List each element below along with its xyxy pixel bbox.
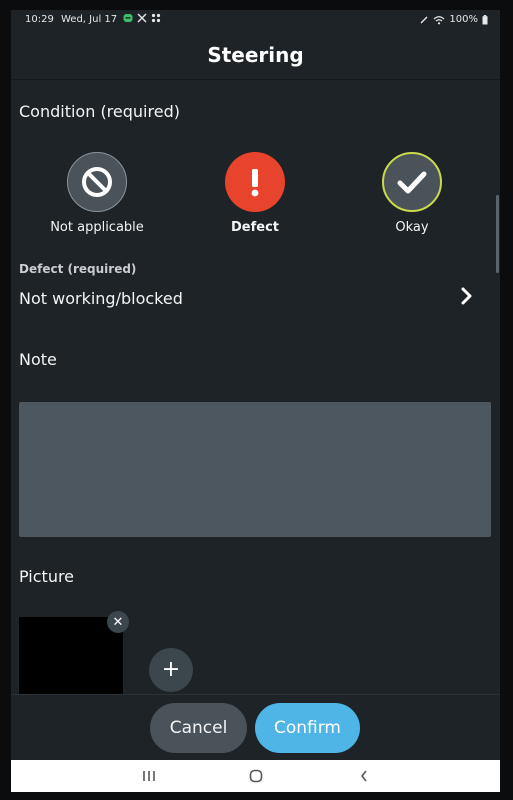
device-screen: 10:29 Wed, Jul 17 100% Steering Conditio… <box>11 10 500 792</box>
remove-picture-button[interactable]: ✕ <box>107 611 129 633</box>
okay-button[interactable] <box>382 152 442 212</box>
condition-option-not-applicable[interactable]: Not applicable <box>37 152 157 235</box>
okay-label: Okay <box>395 220 429 235</box>
form-content[interactable]: Condition (required) Not applicable Defe… <box>11 80 500 694</box>
check-icon <box>397 171 427 194</box>
recent-apps-button[interactable] <box>137 766 161 786</box>
page-title: Steering <box>207 43 304 67</box>
home-button[interactable] <box>244 766 268 786</box>
picture-label: Picture <box>19 567 75 586</box>
defect-button[interactable] <box>225 152 285 212</box>
tools-notification-icon <box>137 13 147 23</box>
status-date: Wed, Jul 17 <box>61 14 118 25</box>
defect-selector[interactable]: Not working/blocked <box>11 284 500 320</box>
confirm-button[interactable]: Confirm <box>255 703 360 753</box>
pen-icon <box>420 16 428 23</box>
plus-icon: + <box>161 657 181 682</box>
not-applicable-label: Not applicable <box>50 220 144 235</box>
apps-notification-icon <box>151 13 161 23</box>
battery-icon <box>482 14 488 24</box>
close-icon: ✕ <box>112 614 124 630</box>
defect-value: Not working/blocked <box>19 289 183 308</box>
exclamation-icon <box>251 169 259 197</box>
wifi-icon <box>434 15 445 24</box>
condition-label: Condition (required) <box>19 102 180 121</box>
defect-field-label: Defect (required) <box>19 262 137 276</box>
home-icon <box>249 769 263 783</box>
picture-thumbnail[interactable] <box>19 617 123 694</box>
cancel-button[interactable]: Cancel <box>150 703 247 753</box>
note-input[interactable] <box>19 402 491 537</box>
status-bar: 10:29 Wed, Jul 17 100% <box>11 10 500 32</box>
title-bar: Steering <box>11 32 500 80</box>
scrollbar[interactable] <box>496 195 499 273</box>
condition-option-okay[interactable]: Okay <box>352 152 472 235</box>
block-icon <box>82 167 112 197</box>
system-nav-bar <box>11 760 500 792</box>
back-icon <box>360 770 367 782</box>
action-footer: Cancel Confirm <box>11 694 500 760</box>
back-button[interactable] <box>352 766 376 786</box>
chat-notification-icon <box>123 14 133 22</box>
defect-label: Defect <box>230 220 279 235</box>
chevron-right-icon <box>461 287 472 305</box>
status-right: 100% <box>419 14 488 25</box>
not-applicable-button[interactable] <box>67 152 127 212</box>
add-picture-button[interactable]: + <box>149 648 193 692</box>
recent-apps-icon <box>143 771 155 781</box>
battery-percent: 100% <box>449 14 478 25</box>
condition-option-defect[interactable]: Defect <box>195 152 315 235</box>
notification-icons <box>123 13 161 23</box>
note-label: Note <box>19 350 57 369</box>
status-time: 10:29 <box>25 14 54 25</box>
